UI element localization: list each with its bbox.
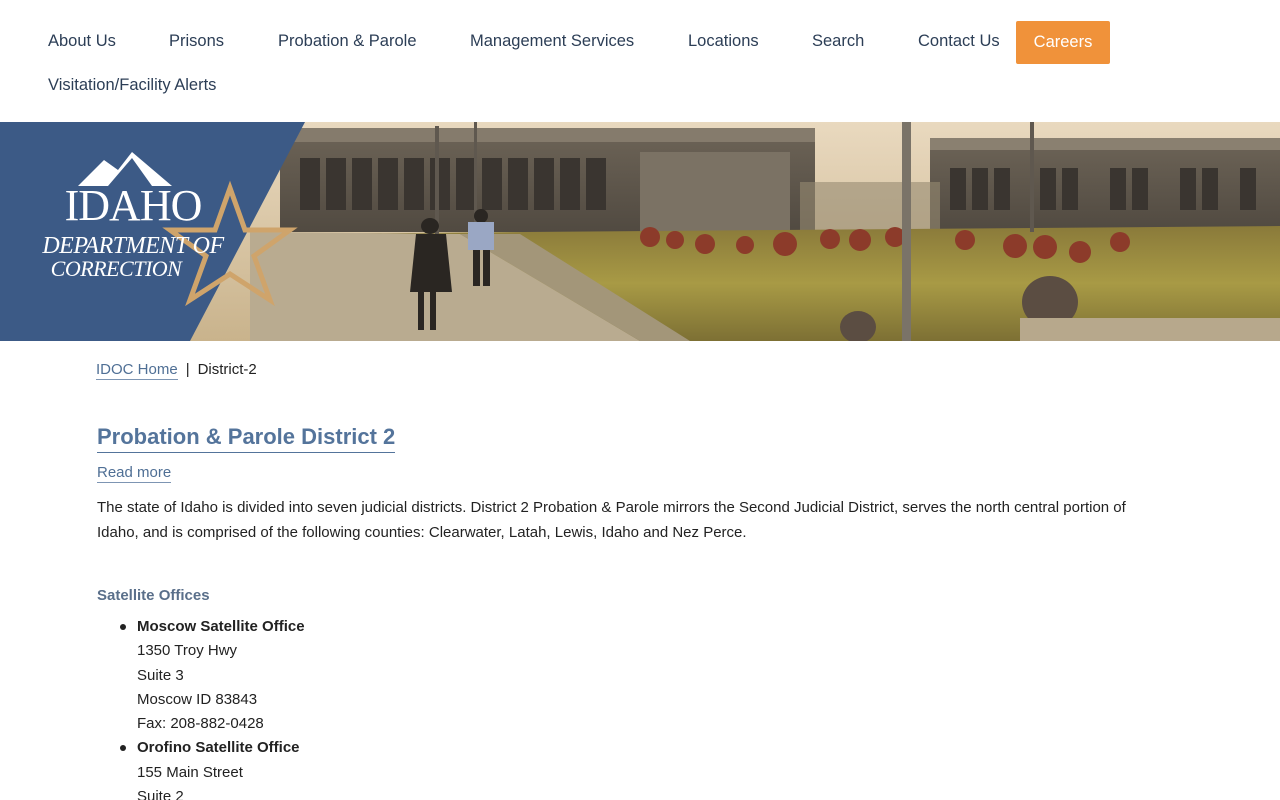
satellite-offices-heading: Satellite Offices [97,587,210,604]
nav-management-services[interactable]: Management Services [470,32,634,51]
logo-idaho: IDAHO [64,181,203,230]
nav-prisons[interactable]: Prisons [169,32,224,51]
office-address-line: Moscow ID 83843 [137,690,258,708]
office-fax: Fax: 208-882-0428 [137,715,264,733]
office-address-line: 1350 Troy Hwy [137,642,238,660]
list-item: Moscow Satellite Office 1350 Troy Hwy Su… [120,615,737,736]
careers-button[interactable]: Careers [1016,21,1110,64]
intro-paragraph: The state of Idaho is divided into seven… [97,499,1126,541]
list-item: Orofino Satellite Office 155 Main Street… [120,736,737,800]
breadcrumb-home-link[interactable]: IDOC Home [96,361,178,380]
breadcrumb-separator: | [185,361,190,378]
nav-visitation-alerts[interactable]: Visitation/Facility Alerts [48,76,216,95]
satellite-offices-list: Moscow Satellite Office 1350 Troy Hwy Su… [120,615,737,800]
hero-banner: IDAHO DEPARTMENT OF CORRECTION [0,122,1280,341]
office-address-line: Suite 3 [137,666,184,684]
office-address-line: 155 Main Street [137,763,243,781]
office-name: Moscow Satellite Office [137,618,305,635]
nav-search[interactable]: Search [812,32,864,51]
logo-department: DEPARTMENT OF [42,233,224,259]
idoc-logo[interactable]: IDAHO DEPARTMENT OF CORRECTION [18,184,248,280]
office-address-line: Suite 2 [137,788,184,800]
nav-contact-us[interactable]: Contact Us [918,32,1000,51]
nav-probation-parole[interactable]: Probation & Parole [278,32,417,51]
logo-correction: CORRECTION [50,256,182,281]
breadcrumb: IDOC Home | District-2 [96,361,257,380]
nav-locations[interactable]: Locations [688,32,759,51]
breadcrumb-current: District-2 [197,361,257,378]
read-more-link[interactable]: Read more [97,464,172,483]
office-name: Orofino Satellite Office [137,739,300,757]
nav-about-us[interactable]: About Us [48,32,116,51]
main-navigation: About Us Prisons Probation & Parole Mana… [0,0,1280,122]
page-title: Probation & Parole District 2 [97,424,396,453]
